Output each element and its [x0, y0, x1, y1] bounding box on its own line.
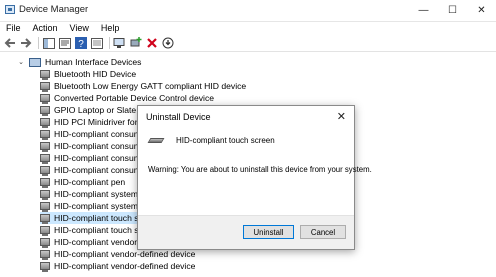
category-label: Human Interface Devices: [45, 57, 142, 67]
dialog-device-name: HID-compliant touch screen: [176, 136, 275, 145]
cancel-button[interactable]: Cancel: [300, 225, 346, 239]
tree-item-label: HID-compliant pen: [54, 177, 126, 187]
hid-device-icon: [40, 190, 50, 200]
tree-item[interactable]: HID-compliant pen: [40, 176, 125, 188]
tree-item-label: HID-compliant vendor-defined device: [54, 249, 196, 259]
menu-help[interactable]: Help: [95, 21, 126, 35]
show-hide-console-tree-icon[interactable]: [42, 37, 55, 49]
update-driver-icon[interactable]: [90, 37, 103, 49]
menu-action[interactable]: Action: [27, 21, 64, 35]
hid-device-icon: [40, 238, 50, 248]
maximize-button[interactable]: ☐: [438, 0, 467, 21]
dialog-footer: Uninstall Cancel: [138, 215, 354, 249]
touch-screen-device-icon: [147, 137, 165, 145]
hid-device-icon: [40, 142, 50, 152]
scan-hardware-icon[interactable]: [113, 37, 126, 49]
title-bar: Device Manager — ☐ ✕: [0, 0, 496, 22]
minimize-button[interactable]: —: [409, 0, 438, 21]
svg-text:?: ?: [78, 39, 84, 49]
hid-device-icon: [40, 118, 50, 128]
device-manager-icon: [5, 5, 15, 14]
toolbar-separator: [109, 37, 110, 49]
hid-device-icon: [40, 106, 50, 116]
hid-device-icon: [40, 154, 50, 164]
tree-item[interactable]: HID-compliant vendor-defined device: [40, 260, 195, 272]
tree-category-human-interface-devices[interactable]: ⌄ Human Interface Devices: [17, 56, 141, 68]
back-arrow-icon[interactable]: [3, 37, 16, 49]
add-device-icon[interactable]: [129, 37, 142, 49]
dialog-warning-text: Warning: You are about to uninstall this…: [148, 165, 372, 174]
hid-device-icon: [40, 250, 50, 260]
uninstall-x-icon[interactable]: [145, 37, 158, 49]
close-button[interactable]: ✕: [467, 0, 496, 21]
hid-category-icon: [29, 57, 41, 67]
tree-item[interactable]: Bluetooth Low Energy GATT compliant HID …: [40, 80, 246, 92]
uninstall-button[interactable]: Uninstall: [243, 225, 294, 239]
hid-device-icon: [40, 226, 50, 236]
menu-view[interactable]: View: [64, 21, 95, 35]
hid-device-icon: [40, 202, 50, 212]
hid-device-icon: [40, 178, 50, 188]
tree-item-label: HID-compliant vendor-defined device: [54, 261, 196, 271]
hid-device-icon: [40, 130, 50, 140]
menu-bar: File Action View Help: [0, 21, 496, 35]
help-icon[interactable]: ?: [74, 37, 87, 49]
hid-device-icon: [40, 70, 50, 80]
tree-item-label: Bluetooth Low Energy GATT compliant HID …: [54, 81, 247, 91]
dialog-title: Uninstall Device: [146, 112, 211, 122]
hid-device-icon: [40, 82, 50, 92]
dialog-close-button[interactable]: ✕: [337, 110, 346, 123]
uninstall-device-dialog: Uninstall Device ✕ HID-compliant touch s…: [137, 105, 372, 250]
tree-item-label: Converted Portable Device Control device: [54, 93, 215, 103]
toolbar: ?: [0, 35, 496, 52]
download-icon[interactable]: [161, 37, 174, 49]
forward-arrow-icon[interactable]: [19, 37, 32, 49]
toolbar-separator: [38, 37, 39, 49]
tree-item[interactable]: Bluetooth HID Device: [40, 68, 136, 80]
window-title: Device Manager: [19, 4, 89, 15]
tree-item-label: Bluetooth HID Device: [54, 69, 137, 79]
properties-icon[interactable]: [58, 37, 71, 49]
hid-device-icon: [40, 214, 50, 224]
window-controls: — ☐ ✕: [409, 0, 496, 21]
hid-device-icon: [40, 262, 50, 272]
menu-file[interactable]: File: [0, 21, 27, 35]
collapse-chevron-icon[interactable]: ⌄: [17, 58, 25, 66]
hid-device-icon: [40, 166, 50, 176]
tree-item[interactable]: Converted Portable Device Control device: [40, 92, 214, 104]
hid-device-icon: [40, 94, 50, 104]
